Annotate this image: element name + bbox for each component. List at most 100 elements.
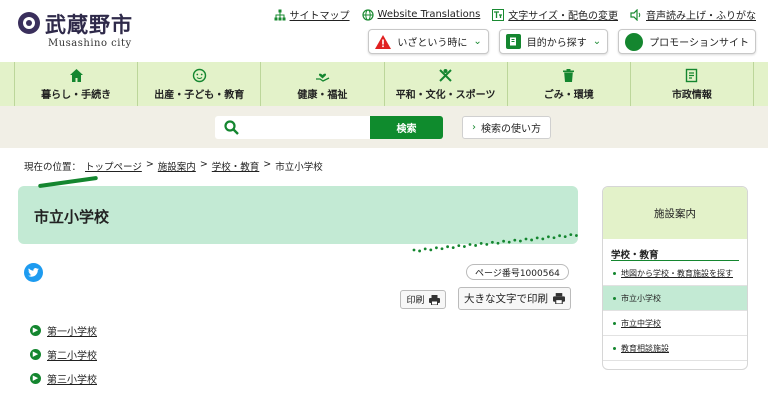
list-item: ▶ 第二小学校 [30,342,97,366]
decorative-dot [541,237,545,241]
decorative-dot [491,240,494,244]
culture-icon [439,68,452,82]
search-button[interactable]: 検索 [370,116,443,139]
breadcrumb-link-top[interactable]: トップページ [85,159,142,173]
printer-icon [428,294,440,305]
breadcrumb-separator: > [199,159,208,170]
chevron-right-icon: ▶ [30,372,41,384]
chevron-right-icon: ▶ [30,324,41,336]
printer-icon [553,293,565,304]
book-icon [505,34,521,49]
school-list: ▶ 第一小学校 ▶ 第二小学校 ▶ 第三小学校 [30,318,97,390]
nav-label: 健康・福祉 [297,89,348,101]
twitter-bird-icon [28,268,39,277]
warning-icon [375,34,392,49]
decorative-dot [502,239,505,243]
decorative-dot [440,247,444,251]
nav-label: 平和・文化・スポーツ [395,89,496,101]
breadcrumb-prefix: 現在の位置： [24,162,82,173]
decorative-dot [412,248,416,252]
font-size-label: 文字サイズ・配色の変更 [508,11,618,22]
decorative-dot [435,246,438,250]
sidebar-item-label: 教育相談施設 [621,343,669,353]
decorative-dot [457,244,461,247]
breadcrumb-link-facilities[interactable]: 施設案内 [158,159,196,173]
decorative-dot [468,243,472,246]
search-band: 検索 › 検索の使い方 [0,106,768,148]
city-emblem-icon [18,12,40,34]
nav-item-administration[interactable]: 市政情報 [629,62,755,106]
school-link[interactable]: 第三小学校 [47,371,97,386]
speech-link[interactable]: 音声読み上げ・ふりがな [630,7,756,22]
title-accent-line [38,175,98,189]
bullet-dot-icon [613,271,616,275]
sidebar-item-label: 地図から学校・教育施設を探す [621,268,733,278]
decorative-dot [496,241,500,245]
twitter-share-icon[interactable] [24,263,43,282]
sidebar-item-map-search[interactable]: 地図から学校・教育施設を探す [603,261,747,286]
promotion-site-button[interactable]: プロモーションサイト [618,29,756,54]
chevron-down-icon: ⌄ [592,36,602,47]
home-icon [69,68,83,82]
list-item: ▶ 第一小学校 [30,318,97,342]
chevron-down-icon: ⌄ [473,36,482,47]
decorative-dot [451,246,455,250]
sidebar-item-label: 市立中学校 [621,318,661,328]
font-size-link[interactable]: 文字サイズ・配色の変更 [492,7,618,22]
breadcrumb-current: 市立小学校 [275,162,323,173]
decorative-dot [547,235,550,239]
quick-buttons: いざという時に ⌄ 目的から探す ⌄ プロモーションサイト [368,29,756,54]
sidebar-item-counseling[interactable]: 教育相談施設 [603,336,747,361]
nav-label: 暮らし・手続き [41,89,112,101]
translations-label: Website Translations [377,9,481,20]
purpose-search-button[interactable]: 目的から探す ⌄ [498,29,609,54]
search-help-label: 検索の使い方 [481,124,541,135]
nav-label: 市政情報 [671,89,712,101]
nav-item-children[interactable]: 出産・子ども・教育 [137,62,260,106]
decorative-dot [530,238,533,242]
translations-link[interactable]: Website Translations [361,7,481,22]
chevron-right-icon: ▶ [30,348,41,360]
sidebar-item-elementary[interactable]: 市立小学校 [603,286,747,311]
site-header: 武蔵野市 Musashino city サイトマップ Website Trans… [0,0,768,62]
page-title-box: 市立小学校 [18,175,578,253]
bullet-dot-icon [613,296,616,300]
utility-links: サイトマップ Website Translations 文字サイズ・配色の変更 … [274,7,756,22]
print-label: 印刷 [406,296,425,306]
nav-item-health[interactable]: 健康・福祉 [260,62,383,106]
breadcrumb-separator: > [145,159,154,170]
purpose-search-label: 目的から探す [526,38,587,49]
decorative-dot [524,237,528,241]
breadcrumb: 現在の位置： トップページ > 施設案内 > 学校・教育 > 市立小学校 [24,159,323,173]
sidebar-item-label: 市立小学校 [621,293,661,303]
nav-item-living[interactable]: 暮らし・手続き [14,62,137,106]
sidebar-item-junior-high[interactable]: 市立中学校 [603,311,747,336]
print-large-button[interactable]: 大きな文字で印刷 [458,287,571,310]
sidebar-category[interactable]: 学校・教育 [611,239,739,261]
search-input[interactable] [215,116,370,139]
print-large-label: 大きな文字で印刷 [464,293,548,305]
decorative-dot [446,245,449,249]
decorative-dot [563,235,567,239]
bullet-dot-icon [613,346,616,350]
promotion-icon [625,32,644,51]
sitemap-link[interactable]: サイトマップ [274,7,350,22]
sidebar: 施設案内 学校・教育 地図から学校・教育施設を探す 市立小学校 市立中学校 教育… [602,186,748,370]
decorative-dot [418,249,421,253]
site-logo[interactable]: 武蔵野市 Musashino city [18,9,148,51]
search-help-button[interactable]: › 検索の使い方 [462,116,551,139]
logo-title: 武蔵野市 [45,13,133,37]
emergency-button[interactable]: いざという時に ⌄ [368,29,489,54]
print-button[interactable]: 印刷 [400,290,446,309]
chevron-right-icon: › [472,122,476,133]
nav-item-culture[interactable]: 平和・文化・スポーツ [383,62,507,106]
decorative-dot [535,236,539,240]
list-item: ▶ 第三小学校 [30,366,97,390]
breadcrumb-link-education[interactable]: 学校・教育 [212,159,260,173]
nav-item-environment[interactable]: ごみ・環境 [506,62,630,106]
promotion-site-label: プロモーションサイト [649,38,749,49]
decorative-dots [412,233,578,253]
school-link[interactable]: 第二小学校 [47,347,97,362]
school-link[interactable]: 第一小学校 [47,323,97,338]
document-icon [686,68,698,82]
